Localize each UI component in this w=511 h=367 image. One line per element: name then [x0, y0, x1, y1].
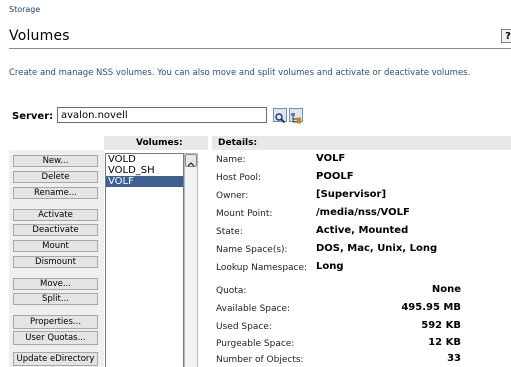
volume-list-item-selected[interactable]: VOLF	[106, 176, 183, 187]
deactivate-button[interactable]: Deactivate	[13, 224, 98, 236]
detail-number-of-objects: Number of Objects: 33	[216, 353, 496, 367]
breadcrumb[interactable]: Storage	[9, 5, 40, 14]
detail-label: Name:	[216, 155, 246, 165]
new-volume-button[interactable]: New...	[13, 155, 98, 167]
volume-list-item[interactable]: VOLD	[106, 154, 183, 165]
server-label: Server:	[12, 111, 54, 122]
detail-label: Used Space:	[216, 322, 272, 332]
detail-label: Owner:	[216, 191, 249, 201]
search-icon[interactable]	[273, 108, 287, 124]
detail-available-space: Available Space: 495.95 MB	[216, 302, 496, 316]
detail-value: DOS, Mac, Unix, Long	[316, 243, 438, 254]
detail-label: Mount Point:	[216, 209, 273, 219]
user-quotas-button[interactable]: User Quotas...	[13, 331, 98, 345]
volumes-column-header: Volumes:	[104, 136, 208, 150]
activate-button[interactable]: Activate	[13, 209, 98, 221]
move-button[interactable]: Move...	[13, 278, 98, 290]
update-edirectory-button[interactable]: Update eDirectory	[13, 352, 98, 366]
detail-lookup-namespace: Lookup Namespace: Long	[216, 261, 496, 275]
detail-value: /media/nss/VOLF	[316, 207, 410, 218]
detail-label: Purgeable Space:	[216, 339, 295, 349]
detail-value: 592 KB	[421, 320, 461, 331]
server-input[interactable]	[57, 107, 267, 123]
page-title: Volumes	[9, 28, 70, 44]
volume-list-item[interactable]: VOLD_SH	[106, 165, 183, 176]
dismount-button[interactable]: Dismount	[13, 256, 98, 268]
detail-quota: Quota: None	[216, 284, 496, 298]
detail-value: 33	[447, 353, 461, 364]
detail-mount-point: Mount Point: /media/nss/VOLF	[216, 207, 496, 221]
detail-host-pool: Host Pool: POOLF	[216, 171, 496, 185]
detail-value: 12 KB	[428, 337, 461, 348]
detail-value: None	[431, 284, 461, 295]
delete-button[interactable]: Delete	[13, 171, 98, 183]
detail-value: POOLF	[316, 171, 354, 182]
detail-value: Long	[316, 261, 344, 272]
tree-browse-icon[interactable]	[289, 108, 303, 124]
page-description: Create and manage NSS volumes. You can a…	[9, 68, 471, 78]
split-button[interactable]: Split...	[13, 293, 98, 305]
detail-state: State: Active, Mounted	[216, 225, 496, 239]
rename-button[interactable]: Rename...	[13, 187, 98, 199]
detail-name: Name: VOLF	[216, 153, 496, 167]
details-column-header: Details:	[212, 136, 511, 150]
detail-used-space: Used Space: 592 KB	[216, 320, 496, 334]
properties-button[interactable]: Properties...	[13, 315, 98, 329]
detail-value: Active, Mounted	[316, 225, 409, 236]
detail-value: VOLF	[316, 153, 346, 164]
detail-label: Number of Objects:	[216, 355, 304, 365]
detail-label: Name Space(s):	[216, 245, 288, 255]
volume-list-scrollbar[interactable]	[184, 153, 198, 367]
volume-list[interactable]: VOLD VOLD_SH VOLF	[105, 153, 184, 367]
chevron-up-icon[interactable]	[185, 154, 197, 167]
detail-value: 495.95 MB	[401, 302, 461, 313]
detail-label: Available Space:	[216, 304, 291, 314]
detail-label: Quota:	[216, 286, 247, 296]
detail-label: Lookup Namespace:	[216, 263, 308, 273]
detail-label: Host Pool:	[216, 173, 262, 183]
help-button[interactable]: ?	[501, 29, 511, 43]
detail-name-spaces: Name Space(s): DOS, Mac, Unix, Long	[216, 243, 496, 257]
title-divider	[9, 48, 511, 49]
detail-purgeable-space: Purgeable Space: 12 KB	[216, 337, 496, 351]
detail-value: [Supervisor]	[316, 189, 387, 200]
mount-button[interactable]: Mount	[13, 240, 98, 252]
detail-owner: Owner: [Supervisor]	[216, 189, 496, 203]
detail-label: State:	[216, 227, 243, 237]
